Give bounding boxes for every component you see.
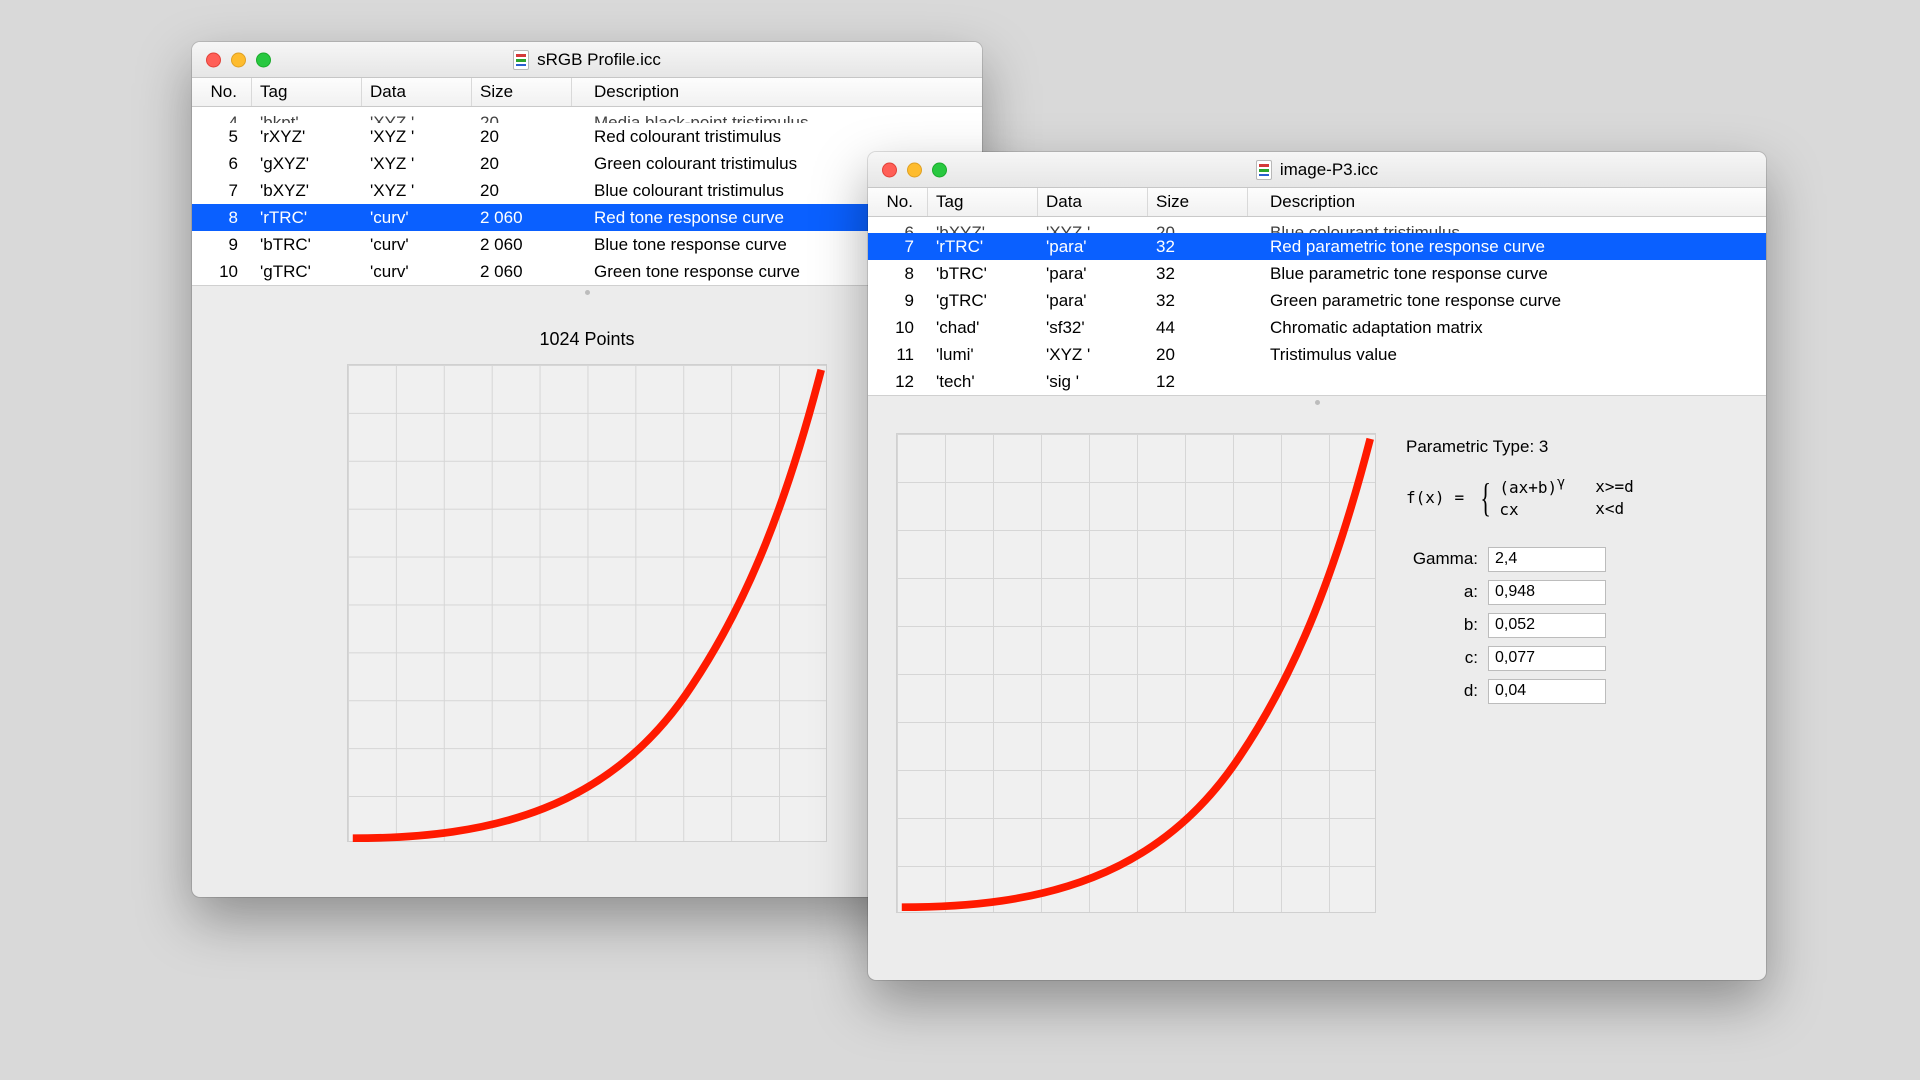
table-headers: No. Tag Data Size Description <box>868 188 1766 217</box>
table-row[interactable]: 6'gXYZ''XYZ '20Green colourant tristimul… <box>192 150 982 177</box>
input-gamma[interactable] <box>1488 547 1606 572</box>
col-data[interactable]: Data <box>1038 188 1148 216</box>
tag-table[interactable]: 6 'bXYZ' 'XYZ ' 20 Blue colourant tristi… <box>868 217 1766 395</box>
col-desc[interactable]: Description <box>1248 188 1766 216</box>
table-row[interactable]: 4 'bkpt' 'XYZ ' 20 Media black-point tri… <box>192 107 982 123</box>
table-row[interactable]: 6 'bXYZ' 'XYZ ' 20 Blue colourant tristi… <box>868 217 1766 233</box>
detail-title: 1024 Points <box>216 329 958 350</box>
label-b: b: <box>1406 615 1478 635</box>
window-title: sRGB Profile.icc <box>537 50 661 70</box>
titlebar[interactable]: sRGB Profile.icc <box>192 42 982 78</box>
table-row[interactable]: 10'gTRC''curv'2 060Green tone response c… <box>192 258 982 285</box>
table-row[interactable]: 9'bTRC''curv'2 060Blue tone response cur… <box>192 231 982 258</box>
table-row[interactable]: 12'tech''sig '12 <box>868 368 1766 395</box>
icc-doc-icon <box>513 50 529 70</box>
input-a[interactable] <box>1488 580 1606 605</box>
zoom-icon[interactable] <box>256 52 271 67</box>
curve-plot <box>896 433 1376 913</box>
col-no[interactable]: No. <box>192 78 252 106</box>
table-row[interactable]: 8'bTRC''para'32Blue parametric tone resp… <box>868 260 1766 287</box>
table-row[interactable]: 9'gTRC''para'32Green parametric tone res… <box>868 287 1766 314</box>
col-size[interactable]: Size <box>1148 188 1248 216</box>
col-tag[interactable]: Tag <box>252 78 362 106</box>
close-icon[interactable] <box>882 162 897 177</box>
zoom-icon[interactable] <box>932 162 947 177</box>
table-row[interactable]: 7'bXYZ''XYZ '20Blue colourant tristimulu… <box>192 177 982 204</box>
table-row[interactable]: 7'rTRC''para'32Red parametric tone respo… <box>868 233 1766 260</box>
table-row[interactable]: 11'lumi''XYZ '20Tristimulus value <box>868 341 1766 368</box>
table-divider[interactable] <box>192 285 982 299</box>
label-gamma: Gamma: <box>1406 549 1478 569</box>
traffic-lights <box>206 52 271 67</box>
minimize-icon[interactable] <box>231 52 246 67</box>
window-title: image-P3.icc <box>1280 160 1378 180</box>
window-srgb[interactable]: sRGB Profile.icc No. Tag Data Size Descr… <box>192 42 982 897</box>
table-row[interactable]: 5'rXYZ''XYZ '20Red colourant tristimulus <box>192 123 982 150</box>
col-tag[interactable]: Tag <box>928 188 1038 216</box>
icc-doc-icon <box>1256 160 1272 180</box>
param-type: Parametric Type: 3 <box>1406 437 1634 457</box>
input-c[interactable] <box>1488 646 1606 671</box>
table-row[interactable]: 10'chad''sf32'44Chromatic adaptation mat… <box>868 314 1766 341</box>
table-row[interactable]: 8'rTRC''curv'2 060Red tone response curv… <box>192 204 982 231</box>
col-data[interactable]: Data <box>362 78 472 106</box>
param-formula: f(x) = { (ax+b)γ cx x>=d x<d <box>1406 475 1634 521</box>
close-icon[interactable] <box>206 52 221 67</box>
input-b[interactable] <box>1488 613 1606 638</box>
col-size[interactable]: Size <box>472 78 572 106</box>
detail-pane: Parametric Type: 3 f(x) = { (ax+b)γ cx x… <box>868 409 1766 943</box>
detail-pane: 1024 Points <box>192 299 982 872</box>
traffic-lights <box>882 162 947 177</box>
col-desc[interactable]: Description <box>572 78 982 106</box>
parametric-panel: Parametric Type: 3 f(x) = { (ax+b)γ cx x… <box>1406 433 1634 913</box>
minimize-icon[interactable] <box>907 162 922 177</box>
table-divider[interactable] <box>868 395 1766 409</box>
input-d[interactable] <box>1488 679 1606 704</box>
tag-table[interactable]: 4 'bkpt' 'XYZ ' 20 Media black-point tri… <box>192 107 982 285</box>
col-no[interactable]: No. <box>868 188 928 216</box>
label-c: c: <box>1406 648 1478 668</box>
curve-plot <box>347 364 827 842</box>
table-headers: No. Tag Data Size Description <box>192 78 982 107</box>
label-d: d: <box>1406 681 1478 701</box>
label-a: a: <box>1406 582 1478 602</box>
titlebar[interactable]: image-P3.icc <box>868 152 1766 188</box>
window-p3[interactable]: image-P3.icc No. Tag Data Size Descripti… <box>868 152 1766 980</box>
